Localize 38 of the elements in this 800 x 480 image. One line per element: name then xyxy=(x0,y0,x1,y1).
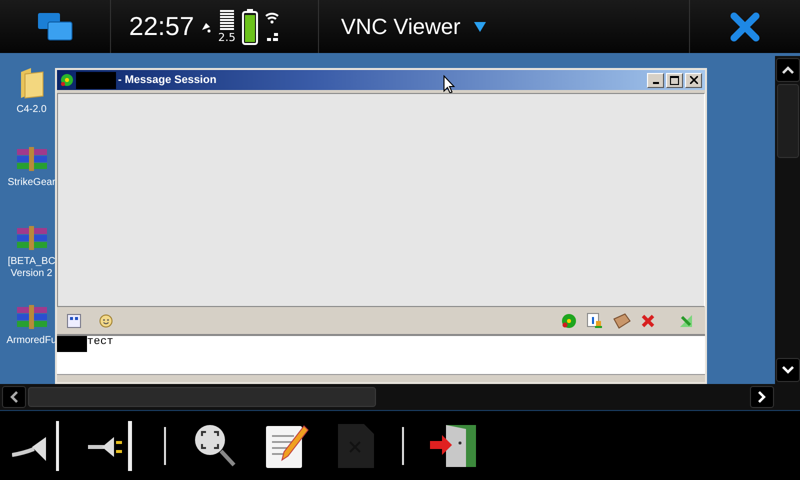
network-type-label: 2.5 xyxy=(218,32,236,43)
window-title: - Message Session xyxy=(118,74,216,86)
redacted-block xyxy=(76,72,116,88)
plug-icon[interactable] xyxy=(12,418,62,472)
dropdown-triangle-icon[interactable] xyxy=(474,22,486,32)
maximize-button[interactable] xyxy=(666,72,683,88)
message-input-field[interactable]: тест xyxy=(57,334,705,374)
smiley-icon[interactable] xyxy=(99,314,113,328)
desktop-icon-label[interactable]: StrikeGear xyxy=(8,177,56,189)
close-window-button[interactable] xyxy=(685,72,702,88)
chevron-down-icon xyxy=(782,366,794,374)
chevron-right-icon xyxy=(758,391,766,403)
signal-strength-icon xyxy=(220,10,234,32)
scroll-down-button[interactable] xyxy=(776,358,800,382)
horizontal-scroll-thumb[interactable] xyxy=(28,387,376,407)
chevron-up-icon xyxy=(782,66,794,74)
battery-icon xyxy=(242,8,258,44)
exit-door-icon[interactable] xyxy=(430,422,478,468)
clock-time: 22:57 xyxy=(129,11,194,42)
scroll-left-button[interactable] xyxy=(2,386,26,408)
scroll-right-button[interactable] xyxy=(750,386,774,408)
vertical-scroll-thumb[interactable] xyxy=(776,84,798,158)
app-title[interactable]: VNC Viewer xyxy=(341,14,460,40)
desktop-icon-label[interactable]: [BETA_BC Version 2 xyxy=(8,256,56,280)
desktop-icon-label[interactable]: C4-2.0 xyxy=(16,104,46,116)
close-icon[interactable] xyxy=(730,12,760,42)
delete-cross-icon[interactable] xyxy=(641,314,655,328)
scroll-up-button[interactable] xyxy=(776,58,800,82)
mouse-cursor-icon xyxy=(443,75,455,95)
chevron-left-icon xyxy=(10,391,18,403)
task-switcher-icon[interactable] xyxy=(37,12,73,42)
maximize-icon xyxy=(670,76,679,84)
quote-icon[interactable] xyxy=(67,314,81,328)
user-info-icon[interactable] xyxy=(587,312,603,328)
wifi-icon xyxy=(264,10,280,44)
close-icon xyxy=(690,76,698,84)
minimize-button[interactable] xyxy=(647,72,664,88)
folder-icon[interactable] xyxy=(18,68,44,100)
